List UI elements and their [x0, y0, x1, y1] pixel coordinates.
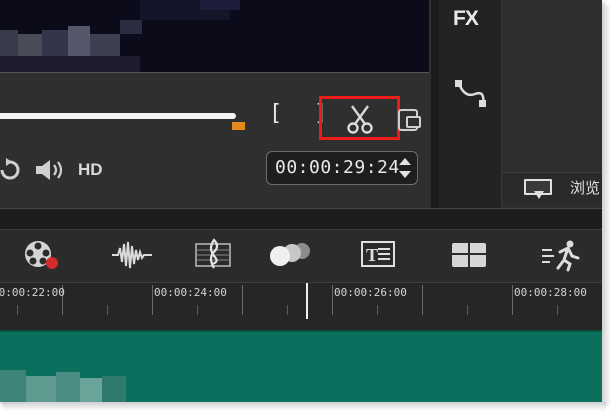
- scissors-highlight-box: [319, 96, 400, 140]
- timeline-playhead[interactable]: [306, 283, 308, 319]
- video-track-clip[interactable]: [0, 330, 602, 402]
- ruler-label: 00:00:28:00: [514, 286, 587, 299]
- transition-balls-icon[interactable]: [268, 238, 312, 272]
- volume-icon[interactable]: [34, 158, 68, 182]
- ruler-minor-tick: [197, 305, 198, 315]
- video-editor-window: [ ] HD 00:00:29:24 FX 浏览 T 0:00:22:00 00…: [0, 0, 602, 402]
- ruler-tick: [242, 285, 243, 315]
- film-reel-icon[interactable]: [20, 238, 64, 272]
- ruler-minor-tick: [557, 305, 558, 315]
- repeat-icon[interactable]: [0, 158, 22, 182]
- hd-toggle[interactable]: HD: [78, 160, 103, 180]
- preview-panel: [ ] HD 00:00:29:24: [0, 0, 431, 208]
- ruler-minor-tick: [287, 305, 288, 315]
- library-panel: 浏览: [501, 0, 602, 208]
- ruler-minor-tick: [107, 305, 108, 315]
- fx-filter-button[interactable]: FX: [453, 7, 479, 31]
- panel-divider[interactable]: [431, 0, 439, 208]
- svg-text:T: T: [366, 245, 378, 265]
- video-preview-screen: [0, 0, 429, 73]
- browse-bar: 浏览: [502, 172, 602, 203]
- title-icon[interactable]: T: [358, 238, 402, 272]
- browse-folder-icon[interactable]: [522, 177, 556, 201]
- ruler-tick: [152, 285, 153, 315]
- timeline-track-toolbar: T: [0, 230, 602, 282]
- ruler-tick: [332, 285, 333, 315]
- ruler-minor-tick: [467, 305, 468, 315]
- ruler-minor-tick: [17, 305, 18, 315]
- panel-splitter[interactable]: [0, 208, 602, 230]
- music-clef-icon[interactable]: [192, 238, 236, 272]
- timecode-stepper-icon[interactable]: [398, 156, 412, 180]
- library-category-bar: FX: [439, 0, 501, 208]
- timecode-value: 00:00:29:24: [275, 157, 400, 178]
- audio-wave-icon[interactable]: [110, 238, 154, 272]
- ruler-tick: [422, 285, 423, 315]
- ruler-label: 00:00:24:00: [154, 286, 227, 299]
- scrubber-handle[interactable]: [232, 122, 245, 130]
- ruler-label: 00:00:22:00: [0, 286, 65, 299]
- ruler-minor-tick: [377, 305, 378, 315]
- ruler-tick: [512, 285, 513, 315]
- motion-runner-icon[interactable]: [540, 238, 584, 272]
- ruler-label: 00:00:26:00: [334, 286, 407, 299]
- export-clip-icon[interactable]: [397, 104, 423, 132]
- motion-path-icon[interactable]: [453, 76, 489, 110]
- timecode-field[interactable]: 00:00:29:24: [266, 151, 418, 185]
- mark-in-button[interactable]: [: [269, 103, 282, 125]
- browse-button[interactable]: 浏览: [570, 177, 600, 198]
- timeline-ruler[interactable]: 00:00:22:00 00:00:24:00 00:00:26:00 00:0…: [0, 282, 602, 330]
- overlay-grid-icon[interactable]: [448, 238, 492, 272]
- playback-scrubber[interactable]: [0, 113, 236, 119]
